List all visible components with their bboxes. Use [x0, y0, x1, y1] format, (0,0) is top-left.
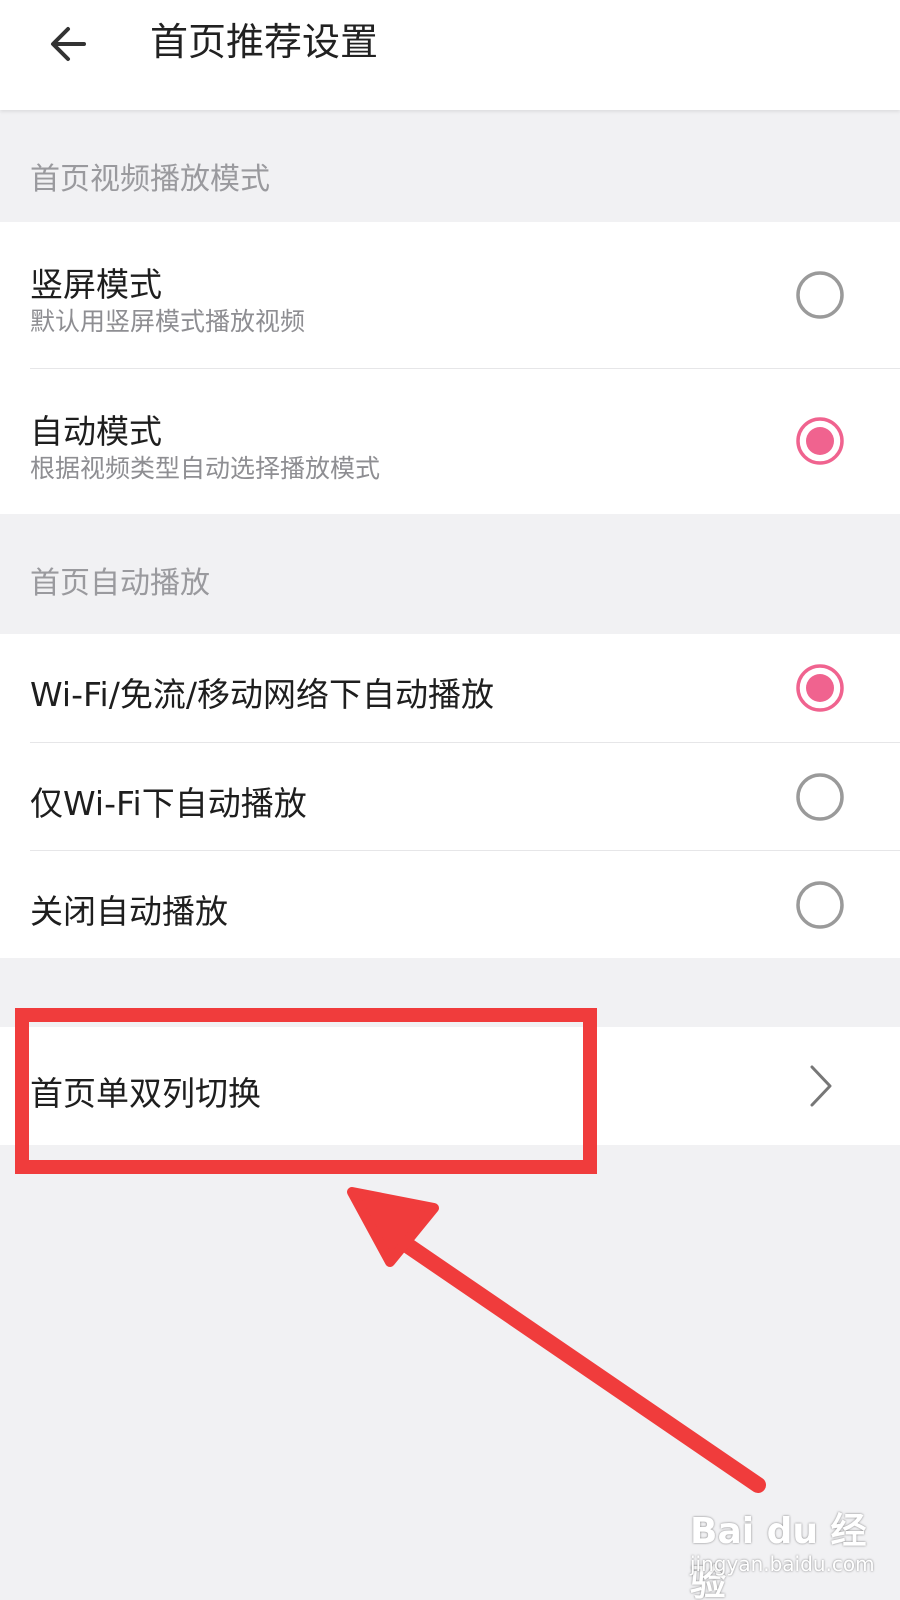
page-title: 首页推荐设置 [150, 20, 379, 64]
option-portrait-mode[interactable]: 竖屏模式 默认用竖屏模式播放视频 [0, 222, 900, 368]
watermark: Bai du 经验 jingyan.baidu.com [690, 1502, 875, 1600]
option-title: 仅Wi-Fi下自动播放 [30, 784, 307, 823]
autoplay-group: Wi-Fi/免流/移动网络下自动播放 仅Wi-Fi下自动播放 关闭自动播放 [0, 634, 900, 958]
option-title: 自动模式 [30, 412, 162, 451]
arrow-left-icon [51, 27, 86, 61]
section-header-label: 首页自动播放 [30, 566, 210, 601]
option-title: Wi-Fi/免流/移动网络下自动播放 [30, 675, 494, 714]
option-autoplay-all-networks[interactable]: Wi-Fi/免流/移动网络下自动播放 [0, 634, 900, 742]
chevron-right-icon [810, 1065, 832, 1107]
radio-unchecked-icon[interactable] [795, 772, 845, 822]
option-auto-mode[interactable]: 自动模式 根据视频类型自动选择播放模式 [0, 369, 900, 514]
option-title: 关闭自动播放 [30, 892, 228, 931]
annotation-arrow-icon [380, 1224, 766, 1493]
option-title: 竖屏模式 [30, 265, 162, 304]
app-header: 首页推荐设置 [0, 0, 900, 110]
radio-unchecked-icon[interactable] [795, 270, 845, 320]
settings-screen: 首页推荐设置 首页视频播放模式 竖屏模式 默认用竖屏模式播放视频 自动模式 根据… [0, 0, 900, 1600]
option-autoplay-wifi-only[interactable]: 仅Wi-Fi下自动播放 [0, 743, 900, 850]
back-button[interactable] [36, 12, 100, 76]
option-subtitle: 默认用竖屏模式播放视频 [30, 307, 306, 336]
option-title: 首页单双列切换 [30, 1074, 261, 1113]
radio-checked-icon[interactable] [795, 663, 845, 713]
radio-unchecked-icon[interactable] [795, 880, 845, 930]
playback-mode-group: 竖屏模式 默认用竖屏模式播放视频 自动模式 根据视频类型自动选择播放模式 [0, 222, 900, 514]
option-autoplay-off[interactable]: 关闭自动播放 [0, 851, 900, 958]
radio-checked-icon[interactable] [795, 416, 845, 466]
option-subtitle: 根据视频类型自动选择播放模式 [30, 454, 381, 483]
section-header-label: 首页视频播放模式 [30, 162, 270, 197]
layout-group: 首页单双列切换 [0, 1027, 900, 1145]
option-column-switch[interactable]: 首页单双列切换 [0, 1027, 900, 1145]
watermark-brand: Bai du 经验 [690, 1511, 867, 1600]
section-header-autoplay: 首页自动播放 [0, 514, 900, 634]
section-header-playback-mode: 首页视频播放模式 [0, 110, 900, 220]
watermark-url: jingyan.baidu.com [690, 1552, 875, 1576]
